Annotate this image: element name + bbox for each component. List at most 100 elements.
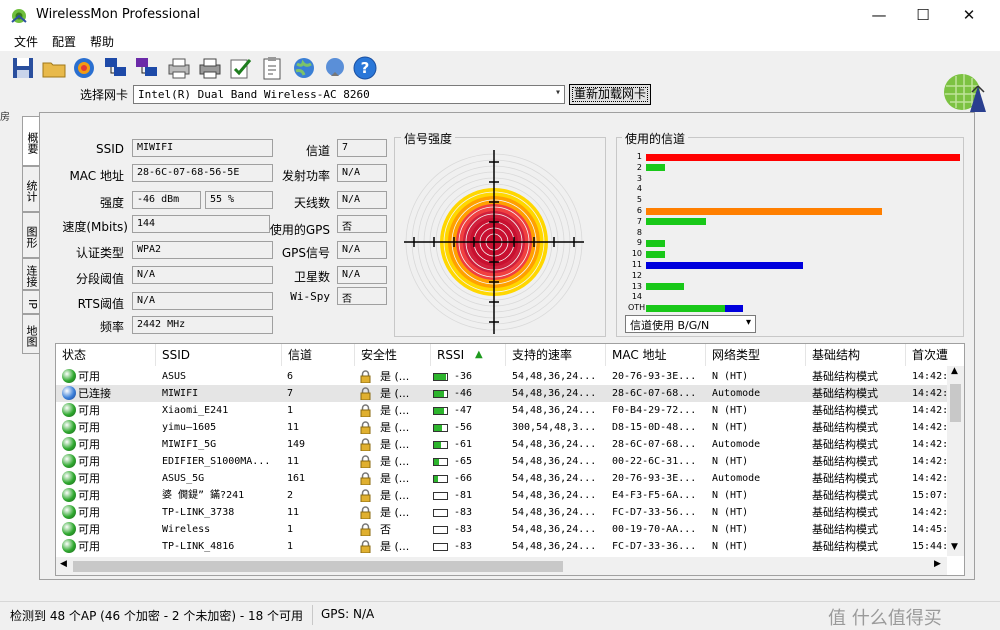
ap-row[interactable]: 可用 Wireless 1 否 -83 54,48,36,24... 00-19-70-AA… xyxy=(56,521,949,538)
network-log-icon[interactable] xyxy=(134,55,160,81)
ap-first-seen: 14:42: xyxy=(912,405,948,416)
freq-value: 2442 MHz xyxy=(132,316,273,334)
adapter-select[interactable]: Intel(R) Dual Band Wireless-AC 8260 ▾ xyxy=(133,85,565,104)
ap-ssid: MIWIFI_5G xyxy=(162,439,217,450)
tab-connect[interactable]: 连接 xyxy=(22,258,40,290)
ap-mac: 00-22-6C-31... xyxy=(612,456,697,467)
scroll-left-icon[interactable]: ◀ xyxy=(60,559,67,569)
print-icon[interactable] xyxy=(166,55,192,81)
scroll-up-icon[interactable]: ▲ xyxy=(951,366,958,376)
ap-mac: 20-76-93-3E... xyxy=(612,371,697,382)
ap-infrastructure: 基础结构模式 xyxy=(812,472,878,485)
ap-rssi: -81 xyxy=(454,490,473,501)
scroll-down-icon[interactable]: ▼ xyxy=(951,542,958,552)
ap-infrastructure: 基础结构模式 xyxy=(812,404,878,417)
ap-security: 是 (... xyxy=(380,404,410,417)
close-button[interactable]: ✕ xyxy=(946,0,992,31)
signal-target-graphic xyxy=(404,150,584,334)
ap-row[interactable]: 可用 婆 僩鍉” 鏋?241 2 是 (... -81 54,48,36,24... E4-… xyxy=(56,487,949,504)
ap-rssi: -66 xyxy=(454,473,473,484)
col-infrastructure[interactable]: 基础结构 xyxy=(806,344,906,366)
clipboard-icon[interactable] xyxy=(259,55,285,81)
satellites-label: 卫星数 xyxy=(293,270,330,284)
frag-label: 分段阈值 xyxy=(75,272,124,286)
save-icon[interactable] xyxy=(10,55,36,81)
ap-list[interactable]: 状态 SSID 信道 安全性 RSSI ▲ 支持的速率 MAC 地址 网络类型 … xyxy=(55,343,965,576)
check-icon[interactable] xyxy=(228,55,254,81)
ap-mac: 28-6C-07-68... xyxy=(612,439,697,450)
ap-row[interactable]: 可用 yimu—1605 11 是 (... -56 300,54,48,3... D8-1… xyxy=(56,419,949,436)
gps-signal-label: GPS信号 xyxy=(281,246,330,260)
menu-config[interactable]: 配置 xyxy=(52,33,76,50)
ap-rates: 54,48,36,24... xyxy=(512,388,597,399)
channel-bar-green xyxy=(646,283,684,291)
rts-label: RTS阈值 xyxy=(77,297,124,311)
ssid-value: MIWIFI xyxy=(132,139,273,157)
ap-row[interactable]: 可用 MIWIFI_5G 149 是 (... -61 54,48,36,24... 28-… xyxy=(56,436,949,453)
channel-usage-select[interactable]: 信道使用 B/G/N ▾ xyxy=(625,315,756,333)
ap-first-seen: 15:07: xyxy=(912,490,948,501)
minimize-button[interactable]: — xyxy=(856,0,902,31)
signal-bar xyxy=(433,543,448,551)
ap-row[interactable]: 可用 EDIFIER_S1000MA... 11 是 (... -65 54,48,36,… xyxy=(56,453,949,470)
ap-row[interactable]: 可用 Xiaomi_E241 1 是 (... -47 54,48,36,24... F0-… xyxy=(56,402,949,419)
help-icon[interactable]: ? xyxy=(352,55,378,81)
tab-summary[interactable]: 概要 xyxy=(22,116,40,166)
ap-channel: 1 xyxy=(287,541,294,552)
status-dot-icon xyxy=(62,386,76,400)
lock-icon xyxy=(360,438,371,452)
globe-settings-icon[interactable] xyxy=(322,55,348,81)
globe-icon[interactable] xyxy=(291,55,317,81)
vertical-scrollbar[interactable]: ▲ ▼ xyxy=(947,366,964,556)
col-status[interactable]: 状态 xyxy=(56,344,156,366)
col-channel[interactable]: 信道 xyxy=(282,344,355,366)
tab-ip[interactable]: IP xyxy=(22,290,40,314)
frag-value: N/A xyxy=(132,266,273,284)
tab-stats[interactable]: 统计 xyxy=(22,166,40,212)
reload-adapter-button[interactable]: 重新加载网卡 xyxy=(569,84,651,105)
network-icon[interactable] xyxy=(103,55,129,81)
ap-row[interactable]: 可用 TP-LINK_3738 11 是 (... -83 54,48,36,24... F… xyxy=(56,504,949,521)
ap-rates: 54,48,36,24... xyxy=(512,371,597,382)
col-first-seen[interactable]: 首次遭 xyxy=(906,344,964,366)
ap-rates: 54,48,36,24... xyxy=(512,507,597,518)
record-icon[interactable] xyxy=(71,55,97,81)
col-rates[interactable]: 支持的速率 xyxy=(506,344,606,366)
col-ssid[interactable]: SSID xyxy=(156,344,282,366)
tab-graph[interactable]: 图形 xyxy=(22,212,40,258)
ap-rates: 300,54,48,3... xyxy=(512,422,597,433)
horizontal-scroll-thumb[interactable] xyxy=(73,561,563,572)
status-dot-icon xyxy=(62,539,76,553)
print-setup-icon[interactable] xyxy=(197,55,223,81)
ap-row[interactable]: 可用 TP-LINK_4816 1 是 (... -83 54,48,36,24... FC… xyxy=(56,538,949,555)
ap-row[interactable]: 已连接 MIWIFI 7 是 (... -46 54,48,36,24... 28-6C-0… xyxy=(56,385,949,402)
rts-value: N/A xyxy=(132,292,273,310)
horizontal-scrollbar[interactable]: ◀ ▶ xyxy=(56,557,947,575)
ap-mac: FC-D7-33-36... xyxy=(612,541,697,552)
channel-label: 14 xyxy=(631,292,642,302)
col-network-type[interactable]: 网络类型 xyxy=(706,344,806,366)
ap-row[interactable]: 可用 ASUS 6 是 (... -36 54,48,36,24... 20-76-93-3… xyxy=(56,368,949,385)
col-mac[interactable]: MAC 地址 xyxy=(606,344,706,366)
tab-map[interactable]: 地图 xyxy=(22,314,40,354)
vertical-scroll-thumb[interactable] xyxy=(950,384,961,422)
satellites-value: N/A xyxy=(337,266,387,284)
maximize-button[interactable]: ☐ xyxy=(900,0,946,31)
menu-file[interactable]: 文件 xyxy=(14,33,38,50)
open-folder-icon[interactable] xyxy=(41,55,67,81)
status-bar: 检测到 48 个AP (46 个加密 - 2 个未加密) - 18 个可用 GP… xyxy=(0,601,1000,630)
ap-rates: 54,48,36,24... xyxy=(512,405,597,416)
scroll-right-icon[interactable]: ▶ xyxy=(934,559,941,569)
menu-help[interactable]: 帮助 xyxy=(90,33,114,50)
ap-status: 可用 xyxy=(78,506,100,519)
ap-status: 可用 xyxy=(78,540,100,553)
col-security[interactable]: 安全性 xyxy=(355,344,431,366)
ap-row[interactable]: 可用 ASUS_5G 161 是 (... -66 54,48,36,24... 20-76… xyxy=(56,470,949,487)
ssid-label: SSID xyxy=(95,142,124,156)
col-rssi[interactable]: RSSI ▲ xyxy=(431,344,506,366)
ap-rates: 54,48,36,24... xyxy=(512,524,597,535)
channel-usage-title: 使用的信道 xyxy=(622,130,689,147)
status-dot-icon xyxy=(62,454,76,468)
channel-bar-green xyxy=(646,239,665,247)
ap-security: 是 (... xyxy=(380,506,410,519)
